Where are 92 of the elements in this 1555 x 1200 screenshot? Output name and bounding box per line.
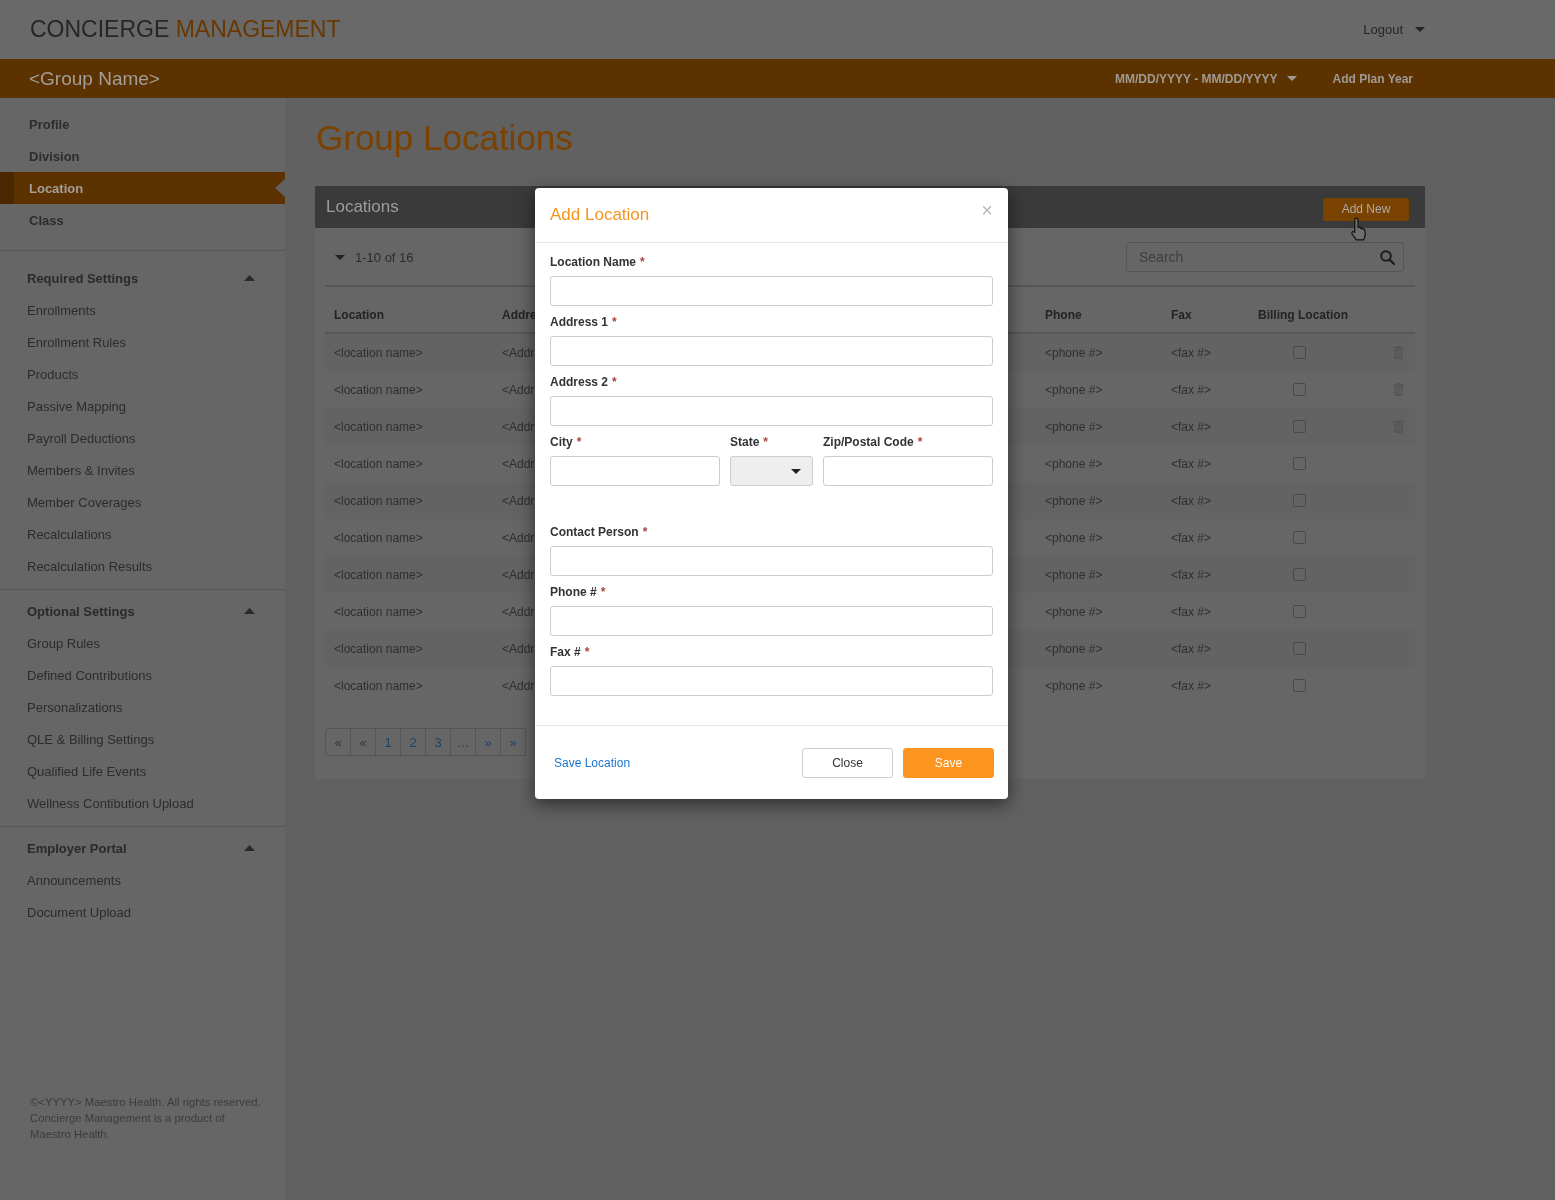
column-header: Location (333, 308, 384, 322)
input-field[interactable] (550, 546, 993, 576)
checkbox[interactable] (1293, 383, 1306, 396)
input-field[interactable] (550, 456, 720, 486)
checkbox[interactable] (1293, 568, 1306, 581)
page-button[interactable]: 1 (375, 728, 401, 756)
field-label: Contact Person (550, 525, 639, 539)
hand-pointer-icon (1349, 216, 1367, 241)
input-field[interactable] (550, 276, 993, 306)
logout-menu[interactable]: Logout (1363, 22, 1425, 37)
field-label: Zip/Postal Code (823, 435, 914, 449)
checkbox[interactable] (1293, 642, 1306, 655)
sidebar-item[interactable]: Member Coverages (0, 486, 285, 518)
checkbox[interactable] (1293, 494, 1306, 507)
input-field[interactable] (550, 666, 993, 696)
column-header: Addre (501, 308, 537, 322)
sidebar-item[interactable]: Defined Contributions (0, 659, 285, 691)
sidebar-item[interactable]: Members & Invites (0, 454, 285, 486)
input-field[interactable] (550, 396, 993, 426)
sidebar-item[interactable]: Profile (0, 108, 285, 140)
close-button[interactable]: × (981, 200, 993, 220)
select-field[interactable] (730, 456, 813, 486)
sidebar-item[interactable]: Enrollment Rules (0, 326, 285, 358)
field-label: Fax # (550, 645, 581, 659)
page-button[interactable]: 2 (400, 728, 426, 756)
sidebar-item[interactable]: Qualified Life Events (0, 755, 285, 787)
required-mark: * (584, 645, 590, 659)
sidebar-item[interactable]: Personalizations (0, 691, 285, 723)
input-field[interactable] (550, 606, 993, 636)
required-mark: * (640, 255, 645, 269)
sidebar-item[interactable]: Enrollments (0, 294, 285, 326)
caret-down-icon (791, 468, 801, 474)
caret-down-icon (1415, 27, 1425, 32)
required-mark: * (612, 375, 617, 389)
field-label: Phone # (550, 585, 597, 599)
caret-down-icon (1286, 76, 1297, 81)
checkbox[interactable] (1293, 679, 1306, 692)
sidebar-item[interactable]: Wellness Contibution Upload (0, 787, 285, 819)
section-toggle[interactable]: Employer Portal (0, 832, 285, 864)
sidebar-item[interactable]: Recalculation Results (0, 550, 285, 582)
sidebar-item[interactable]: Payroll Deductions (0, 422, 285, 454)
caret-down-icon (335, 254, 345, 260)
plan-year-dropdown[interactable]: MM/DD/YYYY - MM/DD/YYYY (1115, 71, 1297, 86)
sidebar-item[interactable]: Division (0, 140, 285, 172)
input-field[interactable] (550, 336, 993, 366)
required-mark: * (576, 435, 582, 449)
input-field[interactable] (823, 456, 993, 486)
column-header: Fax (1170, 308, 1192, 322)
required-mark: * (612, 315, 617, 329)
group-name: <Group Name> (29, 67, 160, 90)
checkbox[interactable] (1293, 457, 1306, 470)
sidebar-item[interactable]: Announcements (0, 864, 285, 896)
field-label: Address 1 (550, 315, 609, 329)
app-logo: CONCIERGE MANAGEMENT (30, 16, 341, 43)
required-mark: * (917, 435, 923, 449)
panel-title: Locations (326, 197, 399, 217)
required-mark: * (600, 585, 606, 599)
required-mark: * (642, 525, 648, 539)
checkbox[interactable] (1293, 605, 1306, 618)
section-toggle[interactable]: Required Settings (0, 262, 285, 294)
field-label: Address 2 (550, 375, 609, 389)
page-button[interactable]: 3 (425, 728, 451, 756)
column-header: Phone (1044, 308, 1082, 322)
sidebar-item[interactable]: QLE & Billing Settings (0, 723, 285, 755)
sidebar-item[interactable]: Recalculations (0, 518, 285, 550)
page-button[interactable]: … (450, 728, 476, 756)
add-plan-year-link[interactable]: Add Plan Year (1332, 71, 1413, 86)
sidebar-item[interactable]: Group Rules (0, 627, 285, 659)
field-label: City (550, 435, 573, 449)
close-dialog-button[interactable]: Close (802, 747, 893, 778)
sidebar-item[interactable]: Products (0, 358, 285, 390)
checkbox[interactable] (1293, 420, 1306, 433)
save-location-link[interactable]: Save Location (554, 755, 631, 770)
page-button[interactable]: » (475, 728, 501, 756)
checkbox[interactable] (1293, 531, 1306, 544)
results-count-toggle[interactable]: 1-10 of 16 (335, 242, 414, 272)
field-label: Location Name (550, 255, 636, 269)
sidebar-item[interactable]: Passive Mapping (0, 390, 285, 422)
required-mark: * (763, 435, 768, 449)
save-button[interactable]: Save (903, 747, 994, 778)
page-button[interactable]: » (500, 728, 526, 756)
dialog-title: Add Location (550, 205, 650, 225)
section-toggle[interactable]: Optional Settings (0, 595, 285, 627)
search-icon[interactable] (1380, 250, 1395, 265)
checkbox[interactable] (1293, 346, 1306, 359)
field-label: State (730, 435, 760, 449)
page-title: Group Locations (316, 117, 573, 159)
sidebar-item[interactable]: Class (0, 204, 285, 236)
column-header: Billing Location (1257, 308, 1348, 322)
sidebar-item[interactable]: Location (0, 172, 285, 204)
sidebar-item[interactable]: Document Upload (0, 896, 285, 928)
add-new-button[interactable]: Add New (1323, 197, 1409, 221)
